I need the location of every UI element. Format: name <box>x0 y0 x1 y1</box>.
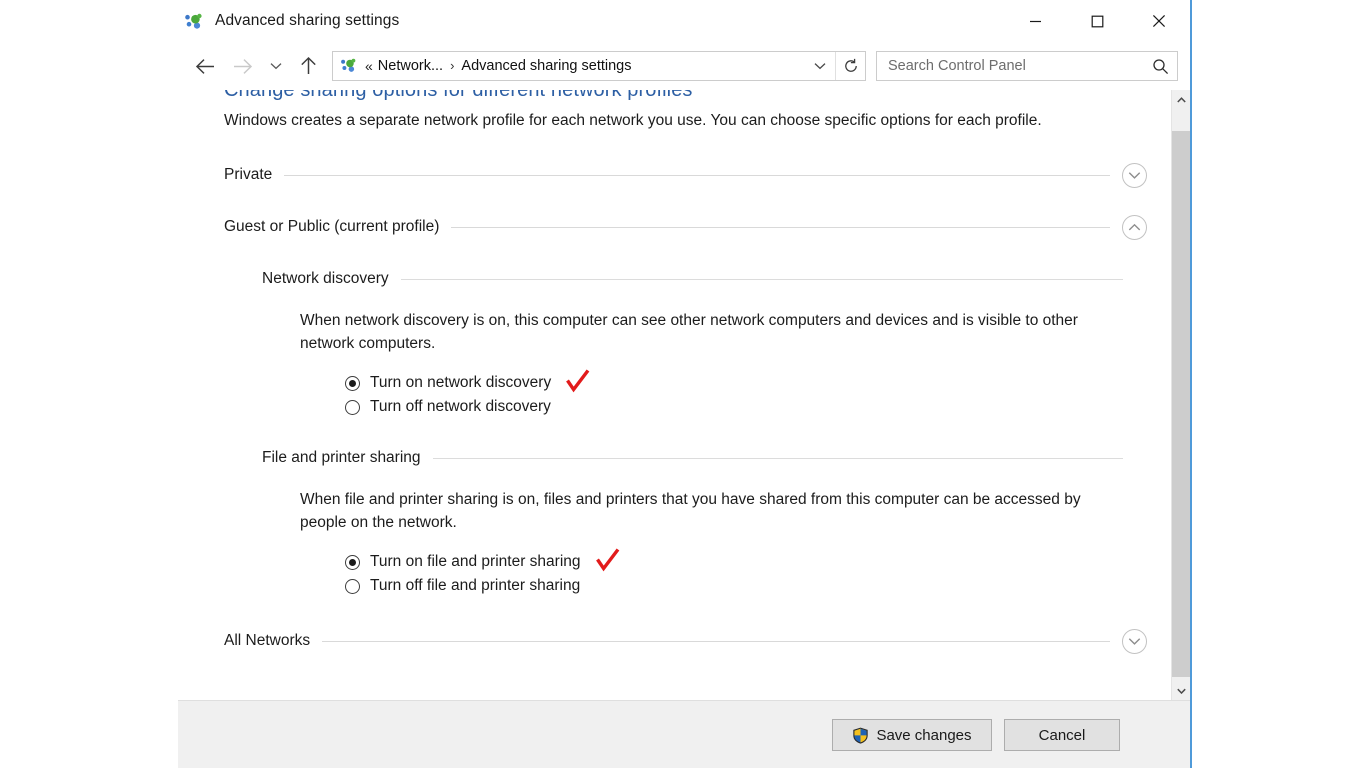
subsection-network-discovery: Network discovery When network discovery… <box>262 269 1151 419</box>
forward-arrow-icon <box>222 49 262 83</box>
radio-label: Turn on network discovery <box>370 374 551 392</box>
footer-buttons: Save changes Cancel <box>832 719 1120 751</box>
search-box[interactable] <box>876 51 1178 81</box>
recent-locations-chevron-icon[interactable] <box>262 49 290 83</box>
radio-button[interactable] <box>345 376 360 391</box>
subsection-rule <box>433 458 1123 459</box>
advanced-sharing-settings-window: Advanced sharing settings <box>178 0 1192 768</box>
profile-label-all-networks: All Networks <box>224 632 310 650</box>
window-controls <box>1004 0 1190 42</box>
chevron-up-icon[interactable] <box>1122 215 1147 240</box>
breadcrumb-separator[interactable]: › <box>450 58 454 73</box>
subsection-rule <box>401 279 1123 280</box>
subsection-title-file-and-printer-sharing: File and printer sharing <box>262 449 421 467</box>
breadcrumb-item-network[interactable]: Network... <box>378 58 443 74</box>
breadcrumb-root-chevrons[interactable]: « <box>365 58 373 74</box>
save-changes-label: Save changes <box>876 727 971 744</box>
network-sharing-icon <box>184 13 206 31</box>
radio-button[interactable] <box>345 400 360 415</box>
vertical-scrollbar[interactable] <box>1171 90 1190 700</box>
radio-group-file-and-printer-sharing: Turn on file and printer sharing Turn of… <box>345 550 1151 598</box>
settings-content: Change sharing options for different net… <box>178 90 1171 700</box>
profile-label-private: Private <box>224 166 272 184</box>
scroll-down-icon[interactable] <box>1172 681 1190 700</box>
minimize-button[interactable] <box>1004 0 1066 42</box>
breadcrumb-network-sharing-icon <box>340 58 359 74</box>
profile-rule <box>451 227 1110 228</box>
subsection-header: File and printer sharing <box>262 448 1151 468</box>
radio-button[interactable] <box>345 579 360 594</box>
uac-shield-icon <box>852 727 869 744</box>
profile-rule <box>284 175 1110 176</box>
search-icon[interactable] <box>1143 52 1177 80</box>
title-bar: Advanced sharing settings <box>178 0 1190 42</box>
cancel-label: Cancel <box>1039 727 1086 744</box>
up-arrow-icon[interactable] <box>290 49 326 83</box>
profile-section-private[interactable]: Private <box>224 162 1151 188</box>
scrollbar-track[interactable] <box>1172 109 1190 681</box>
red-checkmark-annotation <box>565 368 591 394</box>
subsection-description-network-discovery: When network discovery is on, this compu… <box>300 309 1100 355</box>
scroll-up-icon[interactable] <box>1172 90 1190 109</box>
address-bar[interactable]: « Network... › Advanced sharing settings <box>332 51 866 81</box>
search-input[interactable] <box>877 58 1143 74</box>
maximize-button[interactable] <box>1066 0 1128 42</box>
dialog-footer: Save changes Cancel <box>178 700 1190 768</box>
save-changes-button[interactable]: Save changes <box>832 719 992 751</box>
profile-label-guest-or-public: Guest or Public (current profile) <box>224 218 439 236</box>
close-button[interactable] <box>1128 0 1190 42</box>
radio-option-turn-off-network-discovery[interactable]: Turn off network discovery <box>345 395 1151 419</box>
radio-button[interactable] <box>345 555 360 570</box>
radio-option-turn-on-network-discovery[interactable]: Turn on network discovery <box>345 371 1151 395</box>
intro-text: Windows creates a separate network profi… <box>224 109 1079 132</box>
content-region: Change sharing options for different net… <box>178 90 1190 700</box>
radio-option-turn-off-file-and-printer-sharing[interactable]: Turn off file and printer sharing <box>345 574 1151 598</box>
subsection-description-file-and-printer-sharing: When file and printer sharing is on, fil… <box>300 488 1100 534</box>
chevron-down-icon[interactable] <box>1122 629 1147 654</box>
subsection-title-network-discovery: Network discovery <box>262 270 389 288</box>
screen: Advanced sharing settings <box>0 0 1366 768</box>
profile-section-all-networks[interactable]: All Networks <box>224 628 1151 654</box>
red-checkmark-annotation <box>595 547 621 573</box>
refresh-icon[interactable] <box>835 52 865 80</box>
page-title: Change sharing options for different net… <box>224 90 1151 102</box>
chevron-down-icon[interactable] <box>805 52 835 80</box>
profile-section-guest-or-public[interactable]: Guest or Public (current profile) <box>224 214 1151 240</box>
radio-label: Turn off network discovery <box>370 398 551 416</box>
chevron-down-icon[interactable] <box>1122 163 1147 188</box>
window-title: Advanced sharing settings <box>215 12 399 30</box>
radio-label: Turn off file and printer sharing <box>370 577 580 595</box>
cancel-button[interactable]: Cancel <box>1004 719 1120 751</box>
radio-label: Turn on file and printer sharing <box>370 553 581 571</box>
subsection-file-and-printer-sharing: File and printer sharing When file and p… <box>262 448 1151 598</box>
breadcrumb-item-current[interactable]: Advanced sharing settings <box>461 58 631 74</box>
radio-option-turn-on-file-and-printer-sharing[interactable]: Turn on file and printer sharing <box>345 550 1151 574</box>
scrollbar-thumb[interactable] <box>1172 131 1190 677</box>
subsection-header: Network discovery <box>262 269 1151 289</box>
profile-rule <box>322 641 1110 642</box>
radio-group-network-discovery: Turn on network discovery Turn off netwo… <box>345 371 1151 419</box>
navigation-bar: « Network... › Advanced sharing settings <box>178 42 1190 90</box>
back-arrow-icon[interactable] <box>188 49 222 83</box>
